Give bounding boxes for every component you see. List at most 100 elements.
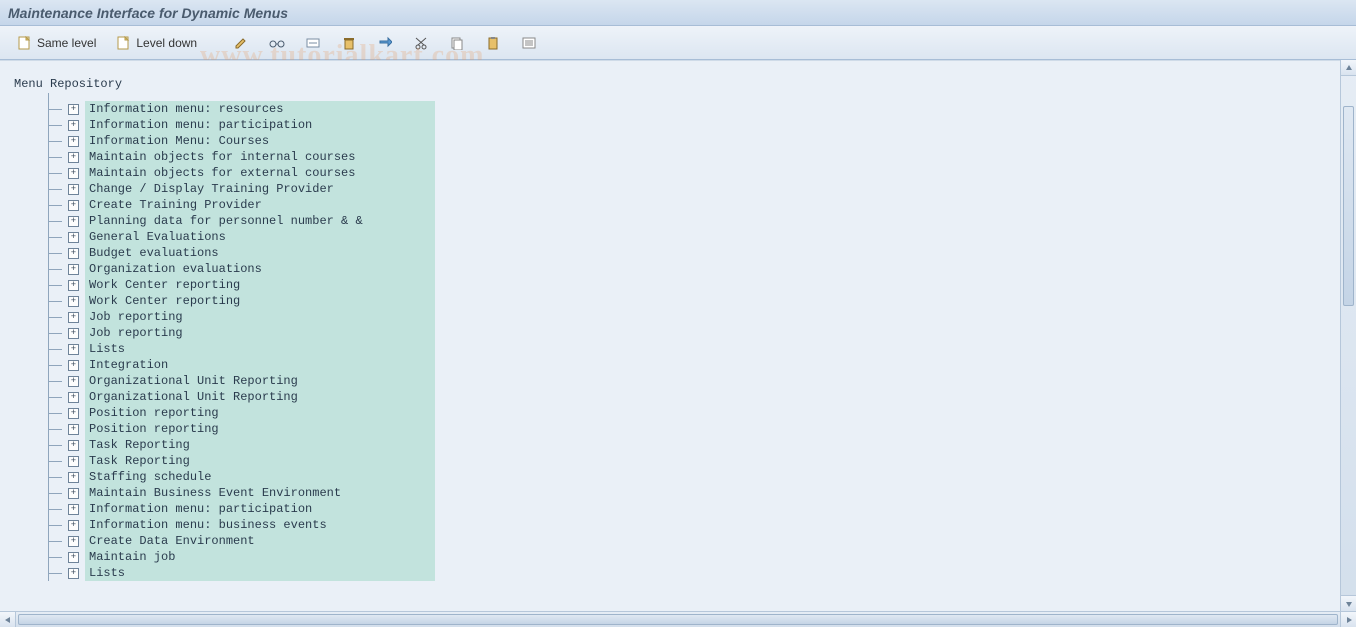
clipboard-copy-button[interactable] (442, 32, 472, 54)
expand-icon[interactable]: + (68, 440, 79, 451)
tree-item[interactable]: +Position reporting (42, 421, 1340, 437)
scroll-left-icon[interactable] (0, 612, 16, 627)
tree-item[interactable]: + Integration (42, 357, 1340, 373)
tree-item[interactable]: +Create Training Provider (42, 197, 1340, 213)
tree-item[interactable]: +Lists (42, 341, 1340, 357)
tree-connector (42, 469, 68, 485)
change-title-button[interactable] (298, 32, 328, 54)
reassign-button[interactable] (370, 32, 400, 54)
tree-item[interactable]: +Maintain objects for internal courses (42, 149, 1340, 165)
tree-item[interactable]: +Organization evaluations (42, 261, 1340, 277)
tree-item[interactable]: +Create Data Environment (42, 533, 1340, 549)
scrollbar-track[interactable] (1341, 76, 1356, 595)
expand-icon[interactable]: + (68, 120, 79, 131)
expand-icon[interactable]: + (68, 520, 79, 531)
expand-icon[interactable]: + (68, 232, 79, 243)
tree-item[interactable]: + Job reporting (42, 325, 1340, 341)
expand-icon[interactable]: + (68, 152, 79, 163)
tree-connector (42, 277, 68, 293)
expand-icon[interactable]: + (68, 488, 79, 499)
delete-button[interactable] (334, 32, 364, 54)
content-area: Menu Repository +Information menu: resou… (0, 60, 1356, 611)
expand-icon[interactable]: + (68, 168, 79, 179)
display-button[interactable] (262, 32, 292, 54)
horizontal-scrollbar[interactable] (0, 611, 1356, 627)
tree-item[interactable]: +Work Center reporting (42, 293, 1340, 309)
tree-item[interactable]: +Maintain objects for external courses (42, 165, 1340, 181)
expand-icon[interactable]: + (68, 280, 79, 291)
expand-icon[interactable]: + (68, 248, 79, 259)
expand-icon[interactable]: + (68, 392, 79, 403)
tree-item[interactable]: +Information Menu: Courses (42, 133, 1340, 149)
expand-icon[interactable]: + (68, 264, 79, 275)
tree-item[interactable]: +Budget evaluations (42, 245, 1340, 261)
edit-button[interactable] (226, 32, 256, 54)
scroll-up-icon[interactable] (1341, 60, 1356, 76)
expand-icon[interactable]: + (68, 200, 79, 211)
scrollbar-thumb[interactable] (1343, 106, 1354, 306)
tree-connector (42, 309, 68, 325)
tree-item[interactable]: +Planning data for personnel number & & (42, 213, 1340, 229)
tree-item[interactable]: +Task Reporting (42, 453, 1340, 469)
tree-connector (42, 245, 68, 261)
same-level-button[interactable]: Same level (10, 32, 103, 54)
level-down-button[interactable]: Level down (109, 32, 204, 54)
expand-icon[interactable]: + (68, 376, 79, 387)
expand-icon[interactable]: + (68, 344, 79, 355)
expand-icon[interactable]: + (68, 312, 79, 323)
tree-connector (42, 357, 68, 373)
tree-item[interactable]: +Organizational Unit Reporting (42, 389, 1340, 405)
expand-icon[interactable]: + (68, 296, 79, 307)
expand-icon[interactable]: + (68, 552, 79, 563)
tree-item[interactable]: +Information menu: resources (42, 101, 1340, 117)
tree-item[interactable]: +Job reporting (42, 309, 1340, 325)
trash-icon (341, 35, 357, 51)
page-title: Maintenance Interface for Dynamic Menus (8, 5, 288, 21)
tree-item[interactable]: +Lists (42, 565, 1340, 581)
copy-icon (449, 35, 465, 51)
tree-item[interactable]: +Staffing schedule (42, 469, 1340, 485)
scroll-down-icon[interactable] (1341, 595, 1356, 611)
tree-item[interactable]: +Information menu: participation (42, 501, 1340, 517)
tree-item[interactable]: +Information menu: business events (42, 517, 1340, 533)
clipboard-paste-button[interactable] (478, 32, 508, 54)
expand-icon[interactable]: + (68, 328, 79, 339)
tree-item[interactable]: +Position reporting (42, 405, 1340, 421)
tree-item-label: Organizational Unit Reporting (85, 373, 435, 389)
expand-icon[interactable]: + (68, 104, 79, 115)
expand-icon[interactable]: + (68, 504, 79, 515)
scroll-right-icon[interactable] (1340, 612, 1356, 627)
expand-icon[interactable]: + (68, 360, 79, 371)
tree-item[interactable]: +Maintain Business Event Environment (42, 485, 1340, 501)
where-used-button[interactable] (514, 32, 544, 54)
expand-icon[interactable]: + (68, 472, 79, 483)
tree-item[interactable]: +Work Center reporting (42, 277, 1340, 293)
tree-item-label: Integration (85, 357, 435, 373)
expand-icon[interactable]: + (68, 408, 79, 419)
tree-connector (42, 101, 68, 117)
scrollbar-track-h[interactable] (16, 612, 1340, 627)
expand-icon[interactable]: + (68, 216, 79, 227)
tree-connector (42, 549, 68, 565)
pencil-icon (233, 35, 249, 51)
expand-icon[interactable]: + (68, 136, 79, 147)
tree-item[interactable]: +Task Reporting (42, 437, 1340, 453)
tree-item[interactable]: +Change / Display Training Provider (42, 181, 1340, 197)
expand-icon[interactable]: + (68, 536, 79, 547)
tree-panel: Menu Repository +Information menu: resou… (0, 61, 1340, 611)
expand-icon[interactable]: + (68, 184, 79, 195)
expand-icon[interactable]: + (68, 568, 79, 579)
scrollbar-thumb-h[interactable] (18, 614, 1338, 625)
tree-item[interactable]: +General Evaluations (42, 229, 1340, 245)
glasses-icon (269, 35, 285, 51)
tree-connector (42, 565, 68, 581)
tree-item[interactable]: + Organizational Unit Reporting (42, 373, 1340, 389)
expand-icon[interactable]: + (68, 424, 79, 435)
tree-item[interactable]: +Information menu: participation (42, 117, 1340, 133)
clipboard-cut-button[interactable] (406, 32, 436, 54)
tree-item[interactable]: +Maintain job (42, 549, 1340, 565)
vertical-scrollbar[interactable] (1340, 60, 1356, 611)
tree-connector (42, 181, 68, 197)
tree-item-label: Job reporting (85, 325, 435, 341)
expand-icon[interactable]: + (68, 456, 79, 467)
